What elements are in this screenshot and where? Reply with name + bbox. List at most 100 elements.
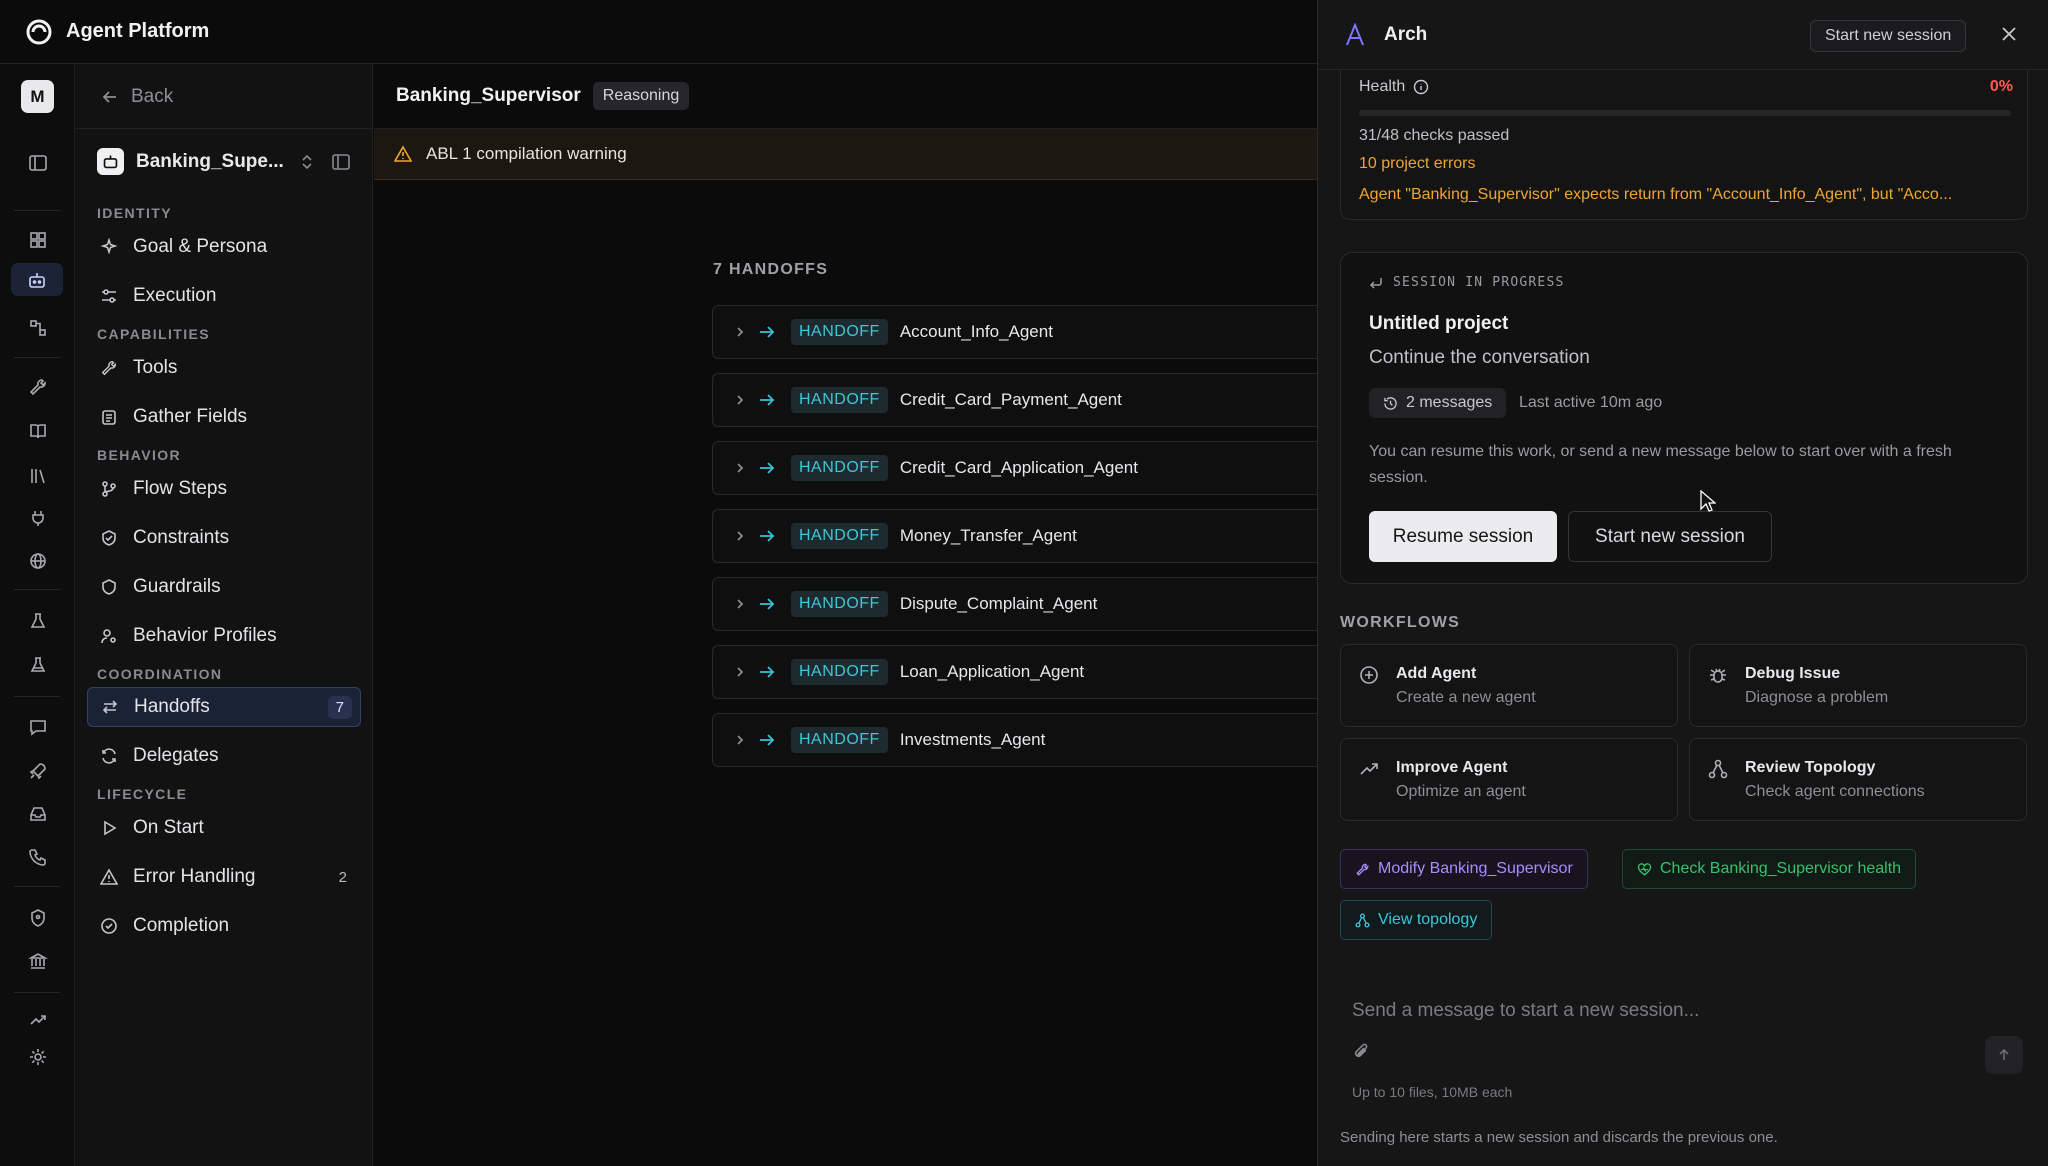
sidebar-item-handoffs[interactable]: Handoffs 7 bbox=[87, 687, 361, 727]
section-coordination: COORDINATION bbox=[97, 666, 223, 682]
agent-selector[interactable]: Banking_Supe... bbox=[97, 148, 314, 175]
handoff-row[interactable]: HANDOFF Credit_Card_Payment_Agent bbox=[712, 373, 1317, 427]
sidebar-item-label: Handoffs bbox=[134, 696, 210, 717]
handoff-row[interactable]: HANDOFF Dispute_Complaint_Agent bbox=[712, 577, 1317, 631]
chevron-right-icon[interactable] bbox=[733, 461, 753, 475]
message-input[interactable]: Send a message to start a new session... bbox=[1352, 1000, 1699, 1022]
sidebar-item-gather-fields[interactable]: Gather Fields bbox=[87, 397, 361, 437]
arrow-right-icon bbox=[759, 461, 781, 475]
analytics-icon[interactable] bbox=[21, 1002, 54, 1035]
chevron-right-icon[interactable] bbox=[733, 393, 753, 407]
upload-limits: Up to 10 files, 10MB each bbox=[1352, 1084, 1513, 1100]
modify-agent-chip[interactable]: Modify Banking_Supervisor bbox=[1340, 849, 1588, 889]
sidebar-item-on-start[interactable]: On Start bbox=[87, 808, 361, 848]
info-icon[interactable] bbox=[1413, 79, 1429, 95]
beaker-icon[interactable] bbox=[21, 648, 54, 681]
user-cog-icon bbox=[99, 627, 119, 645]
app-title: Agent Platform bbox=[66, 20, 210, 42]
view-topology-chip[interactable]: View topology bbox=[1340, 900, 1493, 940]
handoff-agent-name: Credit_Card_Application_Agent bbox=[899, 458, 1138, 477]
sidebar-toggle-icon[interactable] bbox=[21, 146, 54, 179]
sidebar-item-constraints[interactable]: Constraints bbox=[87, 518, 361, 558]
sidebar-item-execution[interactable]: Execution bbox=[87, 276, 361, 316]
arrows-swap-icon bbox=[100, 698, 120, 716]
panel-header: Arch Start new session bbox=[1318, 0, 2048, 70]
arrow-right-icon bbox=[759, 325, 781, 339]
handoff-agent-name: Investments_Agent bbox=[899, 730, 1046, 749]
close-icon[interactable] bbox=[1999, 24, 2019, 44]
sidebar-item-tools[interactable]: Tools bbox=[87, 348, 361, 388]
git-branch-icon bbox=[99, 480, 119, 498]
section-identity: IDENTITY bbox=[97, 205, 172, 221]
arrow-left-icon bbox=[101, 88, 119, 106]
paperclip-icon[interactable] bbox=[1352, 1042, 1370, 1060]
handoff-row[interactable]: HANDOFF Loan_Application_Agent bbox=[712, 645, 1317, 699]
library-icon[interactable] bbox=[21, 459, 54, 492]
workflow-add-agent[interactable]: Add Agent Create a new agent bbox=[1340, 644, 1678, 727]
chevron-right-icon[interactable] bbox=[733, 325, 753, 339]
handoffs-count-badge: 7 bbox=[327, 695, 352, 719]
workflow-debug-issue[interactable]: Debug Issue Diagnose a problem bbox=[1689, 644, 2027, 727]
phone-icon[interactable] bbox=[21, 840, 54, 873]
sidebar-item-guardrails[interactable]: Guardrails bbox=[87, 567, 361, 607]
sidebar-item-flow-steps[interactable]: Flow Steps bbox=[87, 469, 361, 509]
trending-up-icon bbox=[1359, 759, 1379, 779]
sidebar-item-goal[interactable]: Goal & Persona bbox=[87, 227, 361, 267]
bank-icon[interactable] bbox=[21, 944, 54, 977]
session-description: You can resume this work, or send a new … bbox=[1369, 443, 1952, 486]
chevron-right-icon[interactable] bbox=[733, 665, 753, 679]
warning-text: ABL 1 compilation warning bbox=[426, 144, 627, 163]
handoff-row[interactable]: HANDOFF Investments_Agent bbox=[712, 713, 1317, 767]
workflow-improve-agent[interactable]: Improve Agent Optimize an agent bbox=[1340, 738, 1678, 821]
settings-gear-icon[interactable] bbox=[21, 1040, 54, 1073]
chevron-right-icon[interactable] bbox=[733, 733, 753, 747]
errors-count-badge: 2 bbox=[338, 868, 347, 886]
wrench-icon[interactable] bbox=[21, 370, 54, 403]
sidebar-item-completion[interactable]: Completion bbox=[87, 906, 361, 946]
agents-icon[interactable] bbox=[11, 263, 63, 296]
plus-circle-icon bbox=[1359, 665, 1379, 685]
compilation-warning-banner[interactable]: ABL 1 compilation warning bbox=[374, 129, 1317, 180]
workflow-subtitle: Check agent connections bbox=[1745, 783, 1925, 800]
workflow-review-topology[interactable]: Review Topology Check agent connections bbox=[1689, 738, 2027, 821]
handoff-row[interactable]: HANDOFF Money_Transfer_Agent bbox=[712, 509, 1317, 563]
flask-icon[interactable] bbox=[21, 604, 54, 637]
book-icon[interactable] bbox=[21, 414, 54, 447]
start-new-session-button[interactable]: Start new session bbox=[1810, 20, 1967, 52]
start-new-session-button[interactable]: Start new session bbox=[1568, 511, 1772, 562]
plug-icon[interactable] bbox=[21, 501, 54, 534]
chat-icon[interactable] bbox=[21, 710, 54, 743]
send-arrow-icon[interactable] bbox=[1985, 1036, 2023, 1074]
wrench-icon bbox=[99, 359, 119, 377]
topology-icon bbox=[1708, 759, 1728, 779]
sliders-icon bbox=[99, 287, 119, 305]
back-label: Back bbox=[131, 86, 174, 107]
arch-panel: Arch Start new session Health 0% 31/48 c… bbox=[1317, 0, 2048, 1166]
dashboard-icon[interactable] bbox=[21, 223, 54, 256]
play-icon bbox=[99, 819, 119, 837]
workspace-avatar[interactable]: M bbox=[21, 80, 54, 113]
chevron-right-icon[interactable] bbox=[733, 597, 753, 611]
handoff-row[interactable]: HANDOFF Account_Info_Agent bbox=[712, 305, 1317, 359]
sidebar-item-label: Execution bbox=[133, 285, 217, 306]
error-message: Agent "Banking_Supervisor" expects retur… bbox=[1359, 186, 1953, 203]
handoff-tag: HANDOFF bbox=[791, 455, 888, 481]
back-button[interactable]: Back bbox=[101, 86, 173, 108]
shield-icon[interactable] bbox=[21, 901, 54, 934]
project-errors-link[interactable]: 10 project errors bbox=[1359, 155, 1476, 173]
sidebar-item-error-handling[interactable]: Error Handling 2 bbox=[87, 857, 361, 897]
workflow-icon[interactable] bbox=[21, 311, 54, 344]
sidebar-item-behavior-profiles[interactable]: Behavior Profiles bbox=[87, 616, 361, 656]
arrow-right-icon bbox=[759, 597, 781, 611]
rocket-icon[interactable] bbox=[21, 754, 54, 787]
panel-collapse-icon[interactable] bbox=[331, 152, 351, 172]
resume-session-button[interactable]: Resume session bbox=[1369, 511, 1557, 562]
chevron-right-icon[interactable] bbox=[733, 529, 753, 543]
handoff-tag: HANDOFF bbox=[791, 387, 888, 413]
check-health-chip[interactable]: Check Banking_Supervisor health bbox=[1622, 849, 1917, 889]
health-card: Health 0% 31/48 checks passed 10 project… bbox=[1340, 70, 2028, 220]
sidebar-item-delegates[interactable]: Delegates bbox=[87, 736, 361, 776]
handoff-row[interactable]: HANDOFF Credit_Card_Application_Agent bbox=[712, 441, 1317, 495]
globe-icon[interactable] bbox=[21, 544, 54, 577]
inbox-icon[interactable] bbox=[21, 797, 54, 830]
